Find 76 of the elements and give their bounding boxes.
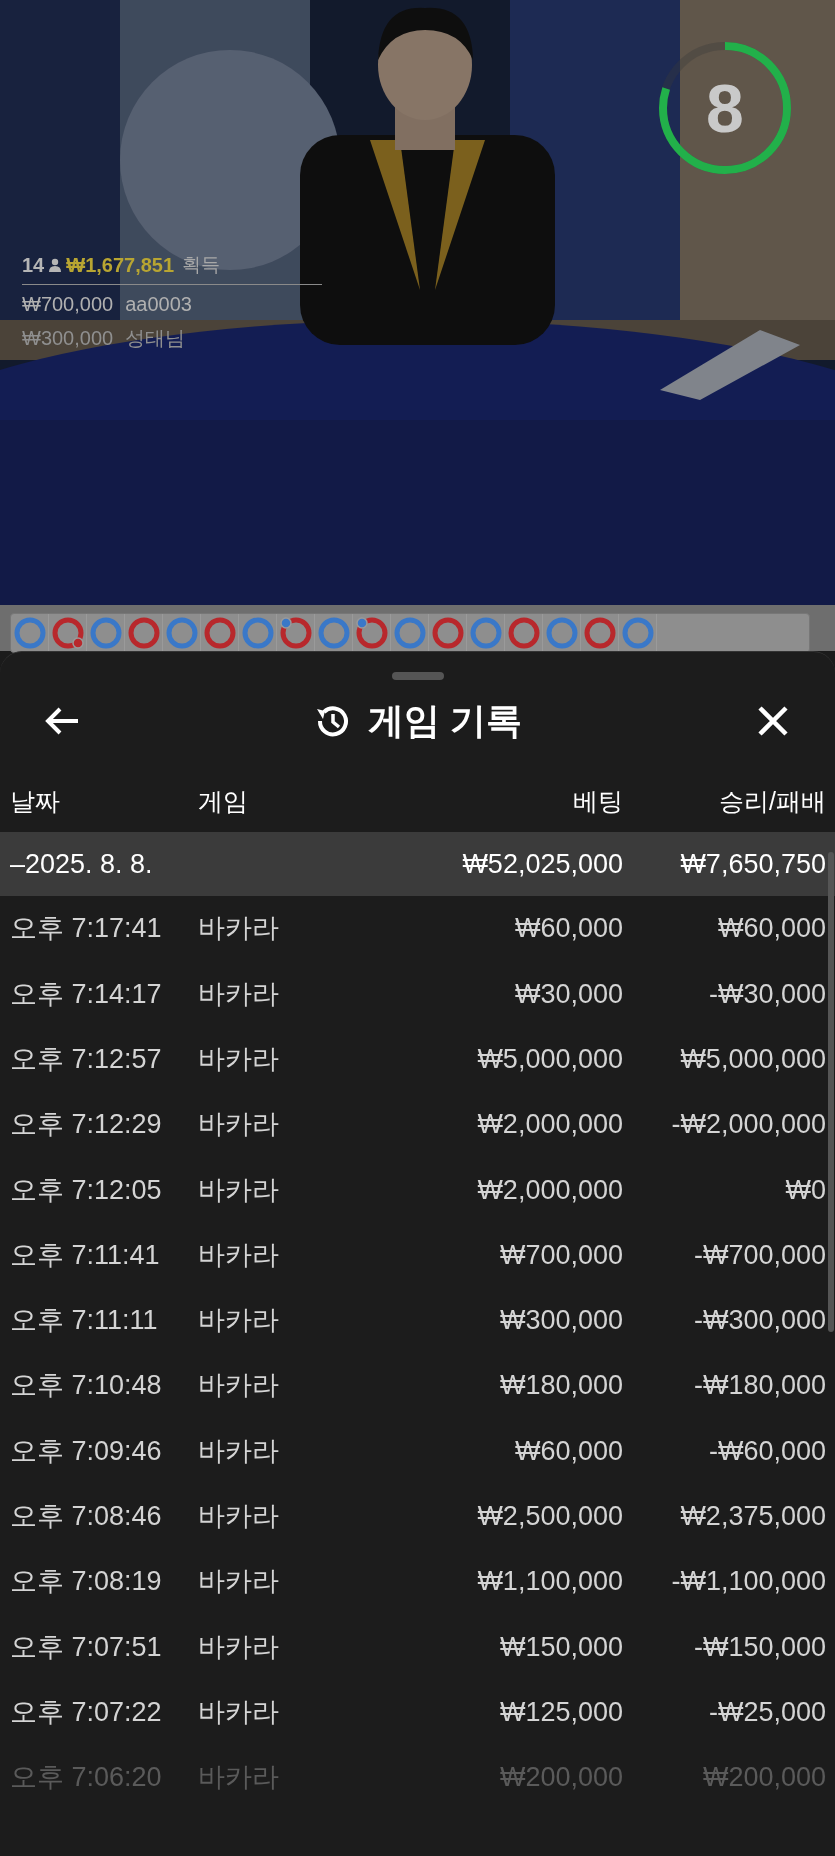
bet-cell-text: ₩700,000 [498, 1238, 623, 1272]
sheet-title: 게임 기록 [368, 699, 523, 743]
player-name: 성태님 [125, 326, 186, 351]
time-cell-text: 오후 7:11:41 [9, 1238, 161, 1272]
time-cell-text: 오후 7:07:51 [9, 1630, 163, 1664]
column-header: 게임 [198, 786, 249, 818]
column-header: 베팅 [572, 786, 623, 818]
bet-cell-text: ₩30,000 [513, 977, 623, 1011]
result-cell-text: -₩30,000 [707, 977, 826, 1011]
result-cell-text: -₩180,000 [692, 1369, 826, 1403]
bet-amount: ₩300,000 [22, 326, 114, 351]
game-cell-text: 바카라 [198, 1565, 280, 1599]
result-total: ₩7,650,750 [679, 847, 826, 881]
bet-cell-text: ₩5,000,000 [476, 1043, 623, 1076]
drag-handle[interactable] [391, 672, 444, 680]
game-cell-text: 바카라 [198, 1630, 280, 1664]
game-cell-text: 바카라 [198, 1108, 280, 1142]
time-cell-text: 오후 7:06:20 [9, 1761, 163, 1795]
game-cell-text: 바카라 [198, 1043, 280, 1076]
back-arrow-icon [44, 706, 80, 736]
result-cell-text: ₩0 [784, 1173, 826, 1207]
bet-cell-text: ₩1,100,000 [476, 1565, 623, 1599]
person-icon [48, 258, 63, 272]
bet-cell-text: ₩300,000 [498, 1304, 623, 1338]
game-cell-text: 바카라 [198, 977, 280, 1011]
result-cell-text: -₩25,000 [707, 1695, 826, 1729]
time-cell-text: 오후 7:12:29 [9, 1108, 163, 1142]
result-cell-text: -₩300,000 [692, 1304, 826, 1338]
result-cell-text: -₩2,000,000 [670, 1108, 826, 1142]
column-header: 승리/패배 [718, 786, 826, 818]
close-icon [756, 704, 790, 738]
game-cell-text: 바카라 [198, 1500, 280, 1534]
bet-cell-text: ₩60,000 [513, 912, 623, 946]
bet-cell-text: ₩125,000 [498, 1695, 623, 1729]
bet-cell-text: ₩2,000,000 [476, 1173, 623, 1207]
bet-cell-text: ₩2,000,000 [476, 1108, 623, 1142]
time-cell-text: 오후 7:17:41 [9, 912, 163, 946]
time-cell-text: 오후 7:12:05 [9, 1173, 163, 1207]
game-cell-text: 바카라 [198, 1434, 280, 1468]
result-cell-text: -₩150,000 [692, 1630, 826, 1664]
result-cell-text: -₩1,100,000 [670, 1565, 826, 1599]
time-cell-text: 오후 7:10:48 [9, 1369, 163, 1403]
game-cell-text: 바카라 [198, 1761, 280, 1795]
time-cell-text: 오후 7:14:17 [9, 977, 163, 1011]
bet-cell-text: ₩2,500,000 [476, 1500, 623, 1534]
time-cell-text: 오후 7:07:22 [9, 1695, 163, 1729]
bet-amount: ₩700,000 [22, 292, 114, 317]
result-cell-text: ₩200,000 [701, 1761, 826, 1795]
player-name: aa0003 [125, 292, 192, 317]
bet-cell-text: ₩180,000 [498, 1369, 623, 1403]
date-cell-text: –2025. 8. 8. [9, 847, 154, 881]
countdown-number: 8 [705, 70, 745, 146]
game-cell-text: 바카라 [198, 1238, 280, 1272]
player-count: 14 [22, 253, 45, 278]
bet-total: ₩52,025,000 [461, 847, 623, 881]
result-cell-text: ₩5,000,000 [679, 1043, 826, 1076]
bet-cell-text: ₩150,000 [498, 1630, 623, 1664]
game-cell-text: 바카라 [198, 1369, 280, 1403]
time-cell-text: 오후 7:11:11 [9, 1304, 159, 1338]
game-cell-text: 바카라 [198, 1304, 280, 1338]
bet-cell-text: ₩200,000 [498, 1761, 623, 1795]
time-cell-text: 오후 7:12:57 [9, 1043, 163, 1076]
total-win-amount: ₩1,677,851 [66, 253, 175, 278]
result-cell-text: -₩60,000 [707, 1434, 826, 1468]
bet-cell-text: ₩60,000 [513, 1434, 623, 1468]
game-cell-text: 바카라 [198, 1173, 280, 1207]
time-cell-text: 오후 7:08:46 [9, 1500, 163, 1534]
game-cell-text: 바카라 [198, 912, 280, 946]
result-cell-text: ₩60,000 [716, 912, 826, 946]
time-cell-text: 오후 7:09:46 [9, 1434, 163, 1468]
win-label: 획득 [182, 252, 221, 277]
result-cell-text: ₩2,375,000 [679, 1500, 826, 1534]
time-cell-text: 오후 7:08:19 [9, 1565, 163, 1599]
game-cell-text: 바카라 [198, 1695, 280, 1729]
result-cell-text: -₩700,000 [692, 1238, 826, 1272]
column-header: 날짜 [9, 786, 61, 818]
